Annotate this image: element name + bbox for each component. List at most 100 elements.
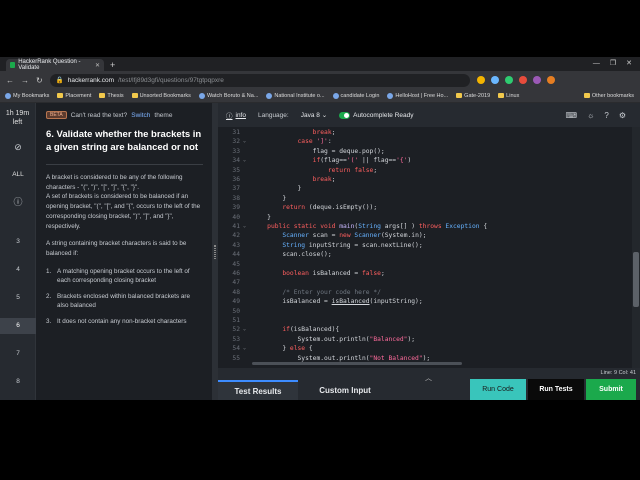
new-tab-button[interactable]: + [110, 59, 115, 71]
line-number: 55 [232, 354, 240, 362]
extension-icon[interactable] [476, 76, 485, 84]
bookmark-item[interactable]: Watch Boruto & Na... [198, 92, 258, 99]
toggle-switch[interactable] [339, 111, 351, 119]
line-number: 54 [232, 345, 240, 353]
rule-item: 3. It does not contain any non-bracket ch… [46, 318, 187, 326]
question-nav-3[interactable]: 3 [0, 234, 36, 250]
code-text: } [252, 213, 271, 221]
code-text: } else { [252, 345, 313, 353]
question-panel: BETA Can't read the text? Switch theme 6… [37, 103, 212, 400]
run-tests-button[interactable]: Run Tests [528, 379, 584, 400]
hackerrank-favicon-icon [10, 62, 16, 68]
editor-hscrollbar[interactable] [252, 362, 632, 366]
theme-icon[interactable]: ☼ [587, 111, 594, 120]
question-nav-6[interactable]: 6 [0, 318, 36, 334]
browser-tabbar: HackerRank Question - Validate ✕ + — ❐ ✕ [0, 57, 640, 71]
bookmark-item[interactable]: National Institute o... [266, 92, 325, 99]
bookmark-item[interactable]: Linux [498, 93, 519, 99]
fold-chevron-icon[interactable]: ⌄ [243, 222, 246, 231]
tab-title: HackerRank Question - Validate [18, 59, 81, 71]
theme-notice: BETA Can't read the text? Switch theme [46, 111, 203, 119]
bookmark-item[interactable]: My Bookmarks [5, 92, 49, 99]
forward-icon[interactable]: → [21, 76, 29, 85]
code-text: if(flag=='(' || flag=='{') [312, 157, 412, 165]
window-controls: — ❐ ✕ [593, 57, 640, 71]
question-nav-8[interactable]: 8 [0, 374, 36, 390]
folder-icon [498, 93, 505, 98]
code-text: break; [312, 129, 336, 136]
submit-button[interactable]: Submit [586, 379, 636, 400]
settings-icon[interactable]: ⚙ [619, 111, 626, 120]
line-number: 49 [232, 298, 240, 306]
line-number: 46 [232, 270, 240, 277]
extension-icon[interactable] [490, 76, 499, 84]
bookmark-item[interactable]: Placement [57, 93, 91, 99]
language-select[interactable]: Java 8 ⌄ [301, 111, 327, 119]
extension-icon[interactable] [532, 76, 541, 84]
scrollbar-thumb[interactable] [633, 252, 639, 307]
autocomplete-toggle[interactable]: Autocomplete Ready [339, 111, 413, 119]
switch-theme-link[interactable]: Switch [131, 112, 150, 119]
code-text: break; [312, 176, 336, 183]
line-number: 43 [232, 241, 240, 249]
bookmark-item[interactable]: Unsorted Bookmarks [131, 93, 191, 99]
fold-chevron-icon[interactable]: ⌄ [243, 325, 246, 334]
code-text: boolean isBalanced = false; [282, 270, 385, 277]
question-nav-4[interactable]: 4 [0, 262, 36, 278]
fold-chevron-icon[interactable]: ⌄ [243, 156, 246, 165]
line-number: 45 [232, 260, 240, 268]
close-window-icon[interactable]: ✕ [626, 57, 632, 71]
question-title: 6. Validate whether the brackets in a gi… [46, 129, 202, 153]
close-tab-icon[interactable]: ✕ [95, 62, 100, 69]
info-link[interactable]: ⓘ info [226, 110, 246, 121]
browser-tab[interactable]: HackerRank Question - Validate ✕ [6, 59, 104, 71]
compass-icon[interactable]: ⊘ [12, 141, 24, 153]
bookmark-item[interactable]: candidate Login [332, 92, 379, 99]
bookmark-item[interactable]: Thesis [99, 93, 124, 99]
line-number: 40 [232, 213, 240, 221]
folder-icon [456, 93, 463, 98]
hscrollbar-thumb[interactable] [252, 362, 462, 365]
line-number: 42 [232, 232, 240, 240]
keyboard-icon[interactable]: ⌨ [565, 111, 577, 120]
bookmarks-bar: My Bookmarks Placement Thesis Unsorted B… [0, 89, 640, 103]
fold-chevron-icon[interactable]: ⌄ [243, 137, 246, 146]
tab-custom-input[interactable]: Custom Input [304, 380, 386, 400]
code-editor[interactable]: 31 break; 32 ⌄ case ']': 33 flag = deque.po… [218, 127, 632, 368]
fold-chevron-icon[interactable]: ⌄ [243, 344, 246, 353]
extension-icon[interactable] [504, 76, 513, 84]
reload-icon[interactable]: ↻ [36, 76, 43, 85]
line-number: 51 [232, 317, 240, 324]
lock-icon: 🔒 [55, 77, 64, 84]
bookmark-icon [5, 92, 11, 99]
back-icon[interactable]: ← [6, 76, 14, 85]
bookmark-icon [266, 92, 273, 99]
line-number: 50 [232, 307, 240, 315]
maximize-icon[interactable]: ❐ [610, 57, 616, 71]
bookmark-item[interactable]: HelloHost | Free Ho... [387, 92, 448, 99]
question-nav-5[interactable]: 5 [0, 290, 36, 306]
help-icon[interactable]: ? [604, 111, 608, 120]
editor-scrollbar[interactable] [632, 127, 640, 368]
extension-icon[interactable] [518, 76, 527, 84]
code-text: String inputString = scan.nextLine(); [282, 241, 423, 249]
line-number: 34 [232, 157, 240, 165]
question-nav-7[interactable]: 7 [0, 346, 36, 362]
editor-icons: ⌨ ☼ ? ⚙ [565, 111, 640, 120]
filter-all[interactable]: ALL [0, 171, 36, 178]
bookmark-item[interactable]: Other bookmarks [583, 93, 634, 99]
splitter-grip-icon[interactable] [214, 245, 216, 259]
minimize-icon[interactable]: — [593, 57, 600, 71]
profile-avatar-icon[interactable] [546, 76, 555, 84]
code-text: scan.close(); [252, 251, 332, 259]
line-number: 53 [232, 335, 240, 343]
chevron-up-icon[interactable]: ︿ [425, 373, 432, 383]
url-path: /test/lfj89d3gfi/questions/97tgtpqpxre [118, 76, 224, 84]
info-icon[interactable]: ⓘ [12, 196, 24, 208]
url-field[interactable]: 🔒 hackerrank.com/test/lfj89d3gfi/questio… [49, 73, 470, 87]
tab-test-results[interactable]: Test Results [218, 380, 298, 400]
bookmark-item[interactable]: Gate-2019 [456, 93, 490, 99]
code-text: return false; [327, 166, 378, 174]
run-code-button[interactable]: Run Code [470, 379, 526, 400]
line-number: 39 [232, 204, 240, 212]
